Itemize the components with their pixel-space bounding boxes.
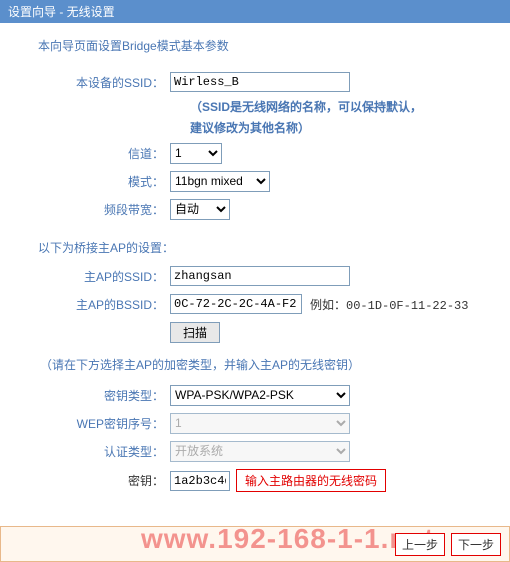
auth-type-select: 开放系统 — [170, 441, 350, 462]
mode-select[interactable]: 11bgn mixed — [170, 171, 270, 192]
ssid-note-line2: 建议修改为其他名称） — [190, 119, 490, 137]
main-bssid-input[interactable] — [170, 294, 302, 314]
ssid-label: 本设备的SSID： — [20, 74, 170, 91]
main-bssid-label: 主AP的BSSID： — [20, 296, 170, 313]
auth-type-label: 认证类型： — [20, 443, 170, 460]
main-ssid-label: 主AP的SSID： — [20, 268, 170, 285]
key-label: 密钥： — [128, 472, 170, 489]
ssid-note-line1: （SSID是无线网络的名称，可以保持默认， — [190, 98, 490, 116]
prev-button[interactable]: 上一步 — [395, 533, 445, 556]
scan-button[interactable]: 扫描 — [170, 322, 220, 343]
content-area: 本向导页面设置Bridge模式基本参数 本设备的SSID： （SSID是无线网络… — [0, 23, 510, 506]
ssid-input[interactable] — [170, 72, 350, 92]
bandwidth-label: 频段带宽： — [20, 201, 170, 218]
main-ssid-input[interactable] — [170, 266, 350, 286]
bandwidth-select[interactable]: 自动 — [170, 199, 230, 220]
wep-index-label: WEP密钥序号： — [20, 415, 170, 432]
wep-index-select: 1 — [170, 413, 350, 434]
bssid-example: 例如：00-1D-0F-11-22-33 — [310, 296, 468, 313]
intro-text: 本向导页面设置Bridge模式基本参数 — [38, 37, 490, 54]
window-title: 设置向导 - 无线设置 — [0, 0, 510, 23]
key-type-label: 密钥类型： — [20, 387, 170, 404]
next-button[interactable]: 下一步 — [451, 533, 501, 556]
footer-bar: www.192-168-1-1.net 上一步 下一步 — [0, 526, 510, 562]
main-ap-header: 以下为桥接主AP的设置： — [38, 239, 490, 256]
mode-label: 模式： — [20, 173, 170, 190]
watermark-text: www.192-168-1-1.net — [141, 526, 434, 555]
key-input[interactable] — [170, 471, 230, 491]
key-type-select[interactable]: WPA-PSK/WPA2-PSK — [170, 385, 350, 406]
channel-select[interactable]: 1 — [170, 143, 222, 164]
key-hint: 输入主路由器的无线密码 — [236, 469, 386, 492]
channel-label: 信道： — [20, 145, 170, 162]
encryption-note: （请在下方选择主AP的加密类型，并输入主AP的无线密钥） — [40, 356, 490, 373]
